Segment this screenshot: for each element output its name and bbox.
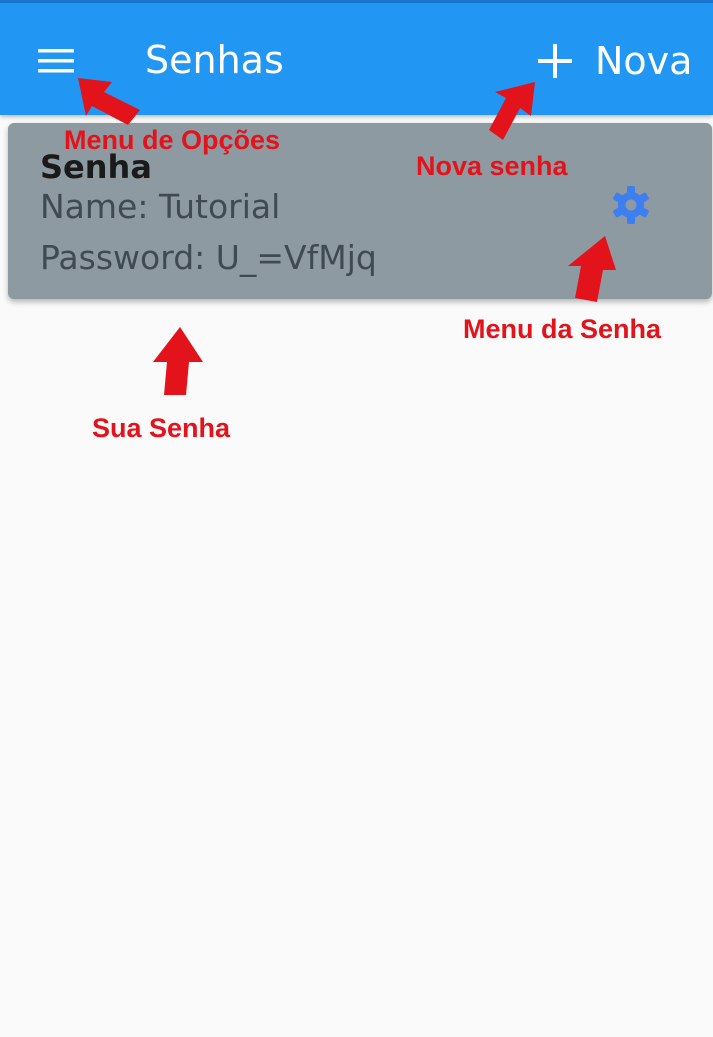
password-value: Password: U_=VfMjq bbox=[40, 238, 377, 277]
password-settings-button[interactable] bbox=[606, 180, 656, 230]
new-password-button[interactable]: Nova bbox=[530, 31, 700, 91]
annotation-password-menu: Menu da Senha bbox=[463, 314, 662, 344]
plus-icon bbox=[538, 44, 572, 78]
gear-icon bbox=[613, 186, 649, 224]
hamburger-icon bbox=[38, 49, 74, 73]
password-name: Name: Tutorial bbox=[40, 187, 281, 226]
new-password-label: Nova bbox=[595, 39, 693, 83]
annotation-new-password: Nova senha bbox=[416, 151, 568, 181]
page-title: Senhas bbox=[145, 38, 284, 82]
options-menu-button[interactable] bbox=[26, 31, 86, 91]
annotation-options-menu: Menu de Opções bbox=[64, 125, 281, 155]
annotation-your-password: Sua Senha bbox=[92, 413, 231, 443]
app-bar: Senhas Nova bbox=[0, 3, 713, 115]
